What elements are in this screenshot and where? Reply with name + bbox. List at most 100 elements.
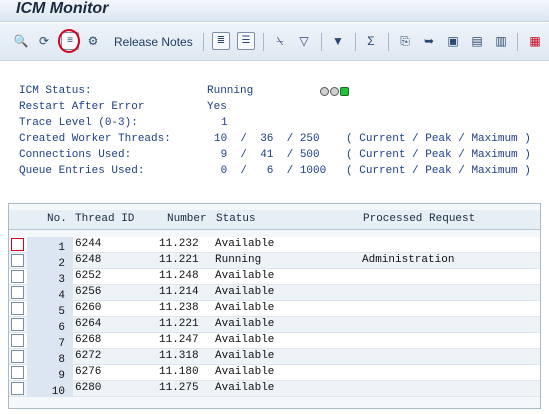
status-lights [320, 87, 349, 96]
column-header-thread-id[interactable]: Thread ID [75, 213, 134, 225]
filter-icon[interactable]: ▼ [329, 32, 347, 50]
table-row[interactable]: 6 6264 11.221 Available [9, 317, 540, 334]
highlight-circle [58, 29, 80, 53]
worker-threads-label: Created Worker Threads: [19, 133, 171, 145]
layout-icon[interactable]: ▤ [468, 32, 486, 50]
connections-value: 9 / 41 / 500 ( Current / Peak / Maximum … [214, 149, 531, 161]
icm-status-label: ICM Status: [19, 85, 92, 97]
status-light-gray [320, 87, 329, 96]
table-row[interactable]: 1 6244 11.232 Available [9, 237, 540, 254]
save-icon[interactable]: ▣ [444, 32, 462, 50]
cell-status: Available [215, 302, 275, 314]
table-row[interactable]: 4 6256 11.214 Available [9, 285, 540, 302]
grid-icon[interactable]: ▦ [526, 32, 544, 50]
cell-thread-id: 6260 [75, 302, 102, 314]
row-select-checkbox[interactable] [11, 254, 24, 267]
row-select-checkbox[interactable] [11, 302, 24, 315]
row-select-checkbox[interactable] [11, 334, 24, 347]
filter-table-icon[interactable]: ▽ [295, 32, 313, 50]
cell-number: 11.214 [159, 286, 199, 298]
toolbar-separator [263, 33, 264, 51]
cell-no: 10 [51, 386, 65, 398]
toolbar-separator [321, 33, 322, 51]
table-row[interactable]: 7 6268 11.247 Available [9, 333, 540, 350]
table-row[interactable]: 8 6272 11.318 Available [9, 349, 540, 366]
cell-thread-id: 6256 [75, 286, 102, 298]
column-header-status[interactable]: Status [216, 213, 256, 225]
column-header-processed-request[interactable]: Processed Request [363, 213, 475, 225]
table-row[interactable]: 10 6280 11.275 Available [9, 381, 540, 398]
cell-status: Available [215, 350, 275, 362]
row-number-cell: 6 [27, 317, 73, 334]
row-select-checkbox[interactable] [11, 366, 24, 379]
cell-number: 11.232 [159, 238, 199, 250]
row-select-checkbox[interactable] [11, 270, 24, 283]
cell-number: 11.318 [159, 350, 199, 362]
row-select-checkbox[interactable] [11, 382, 24, 395]
toolbar-separator [203, 33, 204, 51]
local-file-icon[interactable]: ≣ [212, 32, 230, 50]
cell-number: 11.180 [159, 366, 199, 378]
cell-number: 11.221 [159, 254, 199, 266]
threads-table: No. Thread ID Number Status Processed Re… [8, 203, 541, 409]
restart-value: Yes [207, 101, 227, 113]
toolbar-separator [355, 33, 356, 51]
cell-status: Available [215, 318, 275, 330]
table-row[interactable]: 3 6252 11.248 Available [9, 269, 540, 286]
toolbar-separator [388, 33, 389, 51]
row-number-cell: 2 [27, 253, 73, 270]
status-light-gray [330, 87, 339, 96]
refresh-icon[interactable]: 🔍 [12, 32, 30, 50]
column-header-number[interactable]: Number [167, 213, 207, 225]
row-number-cell: 5 [27, 301, 73, 318]
cell-number: 11.248 [159, 270, 199, 282]
release-notes-button[interactable]: Release Notes [114, 35, 193, 49]
row-select-checkbox[interactable] [11, 286, 24, 299]
cell-status: Running [215, 254, 262, 266]
restart-label: Restart After Error [19, 101, 145, 113]
cell-thread-id: 6280 [75, 382, 102, 394]
cell-status: Available [215, 270, 275, 282]
cell-thread-id: 6248 [75, 254, 102, 266]
export-icon[interactable]: ⎘ [396, 32, 414, 50]
trace-level-value: 1 [221, 117, 228, 129]
connections-label: Connections Used: [19, 149, 132, 161]
send-icon[interactable]: ➥ [420, 32, 438, 50]
cell-number: 11.247 [159, 334, 199, 346]
reload-icon[interactable]: ⟳ [35, 32, 53, 50]
cell-status: Available [215, 382, 275, 394]
table-row[interactable]: 2 6248 11.221 Running Administration [9, 253, 540, 270]
cell-thread-id: 6244 [75, 238, 102, 250]
cell-number: 11.238 [159, 302, 199, 314]
cell-processed-request: Administration [362, 254, 455, 266]
cell-status: Available [215, 334, 275, 346]
cell-thread-id: 6268 [75, 334, 102, 346]
select-layout-icon[interactable]: ▥ [492, 32, 510, 50]
cell-number: 11.275 [159, 382, 199, 394]
cell-status: Available [215, 238, 275, 250]
trace-level-label: Trace Level (0-3): [19, 117, 138, 129]
row-number-cell: 8 [27, 349, 73, 366]
column-header-no[interactable]: No. [47, 213, 67, 225]
row-select-checkbox[interactable] [11, 238, 24, 251]
settings-icon[interactable]: ⚙ [84, 32, 102, 50]
row-select-checkbox[interactable] [11, 318, 24, 331]
sum-icon[interactable]: Σ [362, 32, 380, 50]
cell-status: Available [215, 366, 275, 378]
cell-thread-id: 6264 [75, 318, 102, 330]
cell-thread-id: 6252 [75, 270, 102, 282]
row-number-cell: 3 [27, 269, 73, 286]
print-icon[interactable]: ⍀ [271, 32, 289, 50]
row-number-cell: 7 [27, 333, 73, 350]
row-number-cell: 9 [27, 365, 73, 382]
row-number-cell: 10 [27, 381, 73, 398]
row-select-checkbox[interactable] [11, 350, 24, 363]
table-row[interactable]: 9 6276 11.180 Available [9, 365, 540, 382]
queue-entries-value: 0 / 6 / 1000 ( Current / Peak / Maximum … [214, 165, 531, 177]
view-details-icon[interactable]: ☰ [237, 32, 255, 50]
cell-thread-id: 6272 [75, 350, 102, 362]
cell-thread-id: 6276 [75, 366, 102, 378]
table-header: No. Thread ID Number Status Processed Re… [9, 210, 540, 230]
row-number-cell: 1 [27, 237, 73, 254]
table-row[interactable]: 5 6260 11.238 Available [9, 301, 540, 318]
